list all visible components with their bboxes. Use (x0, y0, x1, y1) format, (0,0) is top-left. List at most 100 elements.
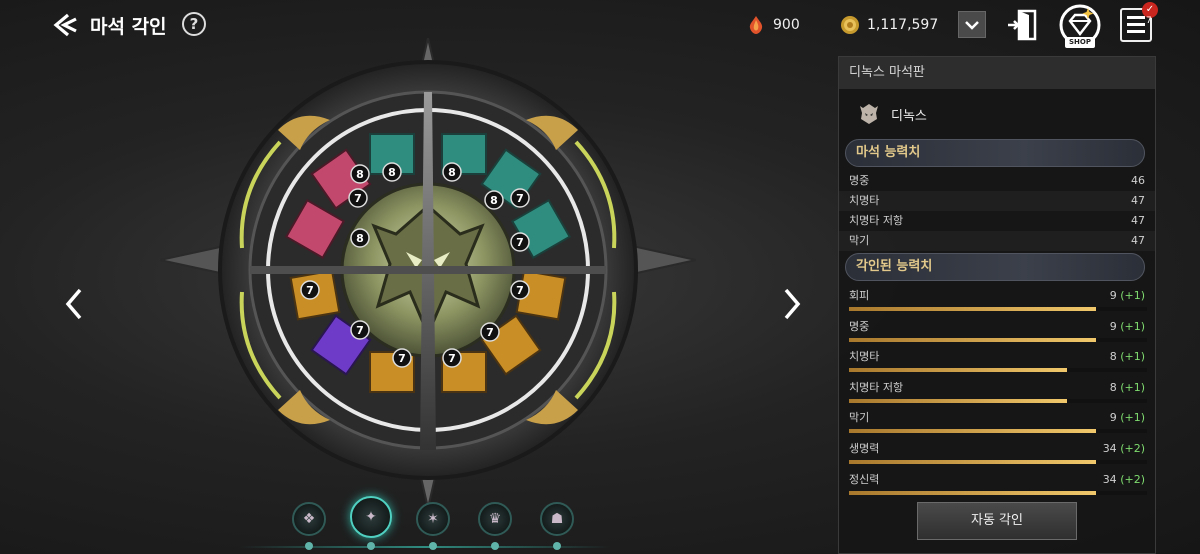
board-tab-bar: ❖ ✦ ✶ ♛ ☗ (240, 496, 610, 554)
slot-level-text: 7 (486, 326, 494, 339)
crest-tab-icon: ❖ (302, 511, 316, 527)
horizontal-blade (250, 266, 606, 274)
currency-dropdown-button[interactable] (958, 11, 986, 38)
stat-value: 8 (1109, 350, 1121, 364)
stat-value-group: 34 (+2) (1103, 440, 1145, 458)
engraved-stat-row: 회피 9 (+1) (839, 287, 1155, 318)
stat-bonus: (+1) (1120, 289, 1145, 302)
horned-tab-icon: ☗ (550, 511, 564, 527)
dinox-face-icon (860, 104, 878, 124)
help-icon[interactable]: ? (182, 12, 206, 36)
dinox-tab-icon: ✦ (365, 509, 377, 525)
stat-bonus: (+1) (1120, 350, 1145, 364)
stat-name: 치명타 저항 (849, 214, 904, 227)
board-tab-1[interactable]: ❖ (292, 502, 326, 536)
slot-level-text: 7 (398, 352, 406, 365)
slot-level-text: 8 (448, 166, 456, 179)
stat-value: 46 (1131, 174, 1145, 187)
slot-level-text: 7 (516, 192, 524, 205)
stat-progress-track (849, 490, 1147, 495)
stat-progress-fill (849, 459, 1097, 464)
stats-panel: 디녹스 마석판 디녹스 마석 능력치 명중 46 치명타 47 치명타 저항 47 막기 47… (838, 56, 1156, 554)
stat-value: 47 (1131, 214, 1145, 227)
board-tab-dinox[interactable]: ✦ (350, 496, 392, 538)
stat-bonus: (+2) (1120, 472, 1145, 486)
stat-bonus: (+1) (1120, 411, 1145, 425)
base-stats-header: 마석 능력치 (845, 139, 1145, 167)
engraved-stat-row: 생명력 34 (+2) (839, 440, 1155, 471)
gold-currency: 1,117,597 (840, 12, 938, 38)
stat-name: 생명력 (849, 441, 880, 455)
stat-name: 명중 (849, 174, 870, 187)
menu-bar (1127, 23, 1145, 26)
stat-value: 8 (1109, 380, 1121, 394)
stat-bonus: (+1) (1120, 380, 1145, 394)
gem-amount: 900 (773, 17, 800, 33)
stat-progress-fill (849, 307, 1097, 311)
stat-value-group: 9 (+1) (1110, 318, 1145, 336)
engraved-stat-row: 막기 9 (+1) (839, 409, 1155, 440)
tab-dot (429, 542, 437, 550)
tab-dot (553, 542, 561, 550)
engraved-stat-row: 치명타 8 (+1) (839, 348, 1155, 379)
stat-bonus: (+1) (1120, 319, 1145, 333)
stat-progress-fill (849, 368, 1067, 373)
stat-bonus: (+2) (1120, 441, 1145, 455)
stat-value: 34 (1102, 472, 1121, 486)
stat-name: 막기 (849, 411, 870, 425)
engraved-stat-row: 치명타 저항 8 (+1) (839, 379, 1155, 410)
stat-value: 47 (1131, 194, 1145, 207)
stat-value-group: 9 (+1) (1110, 409, 1145, 427)
menu-count: 7 (1146, 16, 1152, 26)
slot-level-text: 8 (388, 166, 396, 179)
character-row: 디녹스 (839, 89, 1155, 139)
chevron-down-icon (965, 20, 979, 30)
prev-board-arrow[interactable] (62, 284, 86, 324)
slot-level-text: 7 (448, 352, 456, 365)
stat-progress-fill (849, 490, 1097, 495)
auto-engrave-button[interactable]: 자동 각인 (917, 502, 1077, 540)
red-gem-icon (749, 16, 763, 34)
base-stats-list: 명중 46 치명타 47 치명타 저항 47 막기 47 (839, 171, 1155, 251)
stat-progress-fill (849, 398, 1067, 403)
stat-progress-track (849, 337, 1147, 342)
engraved-stat-row: 명중 9 (+1) (839, 318, 1155, 349)
gem-currency: 900 (746, 12, 800, 38)
tab-dot (367, 542, 375, 550)
slot-level-text: 7 (356, 324, 364, 337)
gold-coin-icon (841, 16, 859, 34)
stat-name: 회피 (849, 289, 870, 302)
engraved-stat-row: 정신력 34 (+2) (839, 471, 1155, 502)
exit-door-icon[interactable] (1006, 8, 1040, 42)
tab-dot (491, 542, 499, 550)
engraved-stats-list: 회피 9 (+1) 명중 9 (+1) 치명타 8 (+1) 치명타 저항 8 (+1) 막기 9… (839, 287, 1155, 501)
stat-value: 9 (1109, 319, 1121, 333)
stat-progress-track (849, 368, 1147, 373)
board-tab-5[interactable]: ☗ (540, 502, 574, 536)
stat-name: 치명타 (849, 350, 880, 364)
stat-value-group: 9 (+1) (1110, 287, 1145, 305)
shop-label: SHOP (1065, 37, 1095, 48)
next-board-arrow[interactable] (780, 284, 804, 324)
slot-level-text: 8 (490, 194, 498, 207)
slot-level-text: 8 (356, 232, 364, 245)
engraving-board: 8 8 8 8 8 7 7 7 7 7 7 7 7 7 (160, 38, 696, 508)
back-arrow-icon[interactable] (52, 12, 80, 38)
board-tab-4[interactable]: ♛ (478, 502, 512, 536)
spider-tab-icon: ✶ (427, 511, 439, 527)
board-tab-3[interactable]: ✶ (416, 502, 450, 536)
menu-bar (1127, 16, 1145, 19)
stat-progress-track (849, 307, 1147, 311)
stat-value-group: 8 (+1) (1110, 379, 1145, 397)
tab-dot (305, 542, 313, 550)
base-stat-row: 치명타 47 (839, 191, 1155, 211)
panel-title: 디녹스 마석판 (839, 57, 1155, 89)
base-stat-row: 치명타 저항 47 (839, 211, 1155, 231)
slot-level-text: 7 (516, 236, 524, 249)
stat-name: 막기 (849, 234, 870, 247)
stat-value: 9 (1109, 411, 1121, 425)
slot-level-text: 7 (306, 284, 314, 297)
base-stat-row: 명중 46 (839, 171, 1155, 191)
stat-name: 정신력 (849, 472, 880, 486)
crown-tab-icon: ♛ (488, 511, 502, 527)
